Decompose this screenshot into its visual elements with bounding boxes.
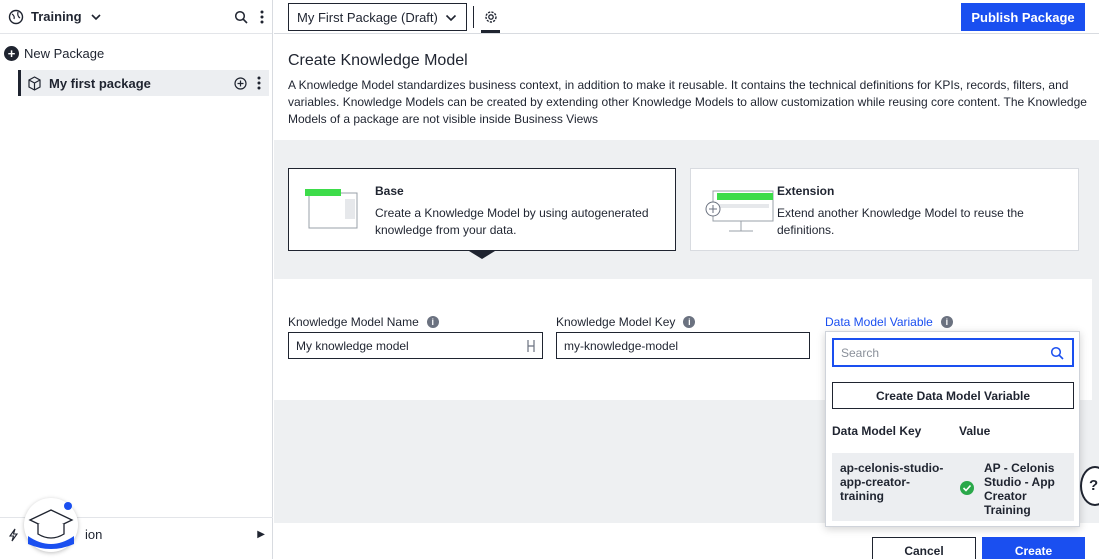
name-input-value: My knowledge model (296, 338, 409, 353)
extension-option-card[interactable]: Extension Extend another Knowledge Model… (690, 168, 1079, 251)
variable-label-text: Data Model Variable (825, 315, 933, 329)
base-illustration-icon (305, 189, 358, 229)
lightning-icon (8, 528, 19, 541)
notification-dot (64, 502, 72, 510)
footer-label: ion (85, 527, 103, 542)
extension-card-description: Extend another Knowledge Model to reuse … (777, 206, 1024, 237)
key-label-text: Knowledge Model Key (556, 315, 676, 329)
toolbar-divider (473, 6, 474, 28)
chevron-down-icon[interactable] (90, 11, 102, 23)
data-model-variable-dropdown: Create Data Model Variable Data Model Ke… (825, 331, 1080, 527)
selected-card-pointer (469, 251, 495, 259)
cancel-button[interactable]: Cancel (872, 537, 976, 559)
variable-option-row[interactable]: ap-celonis-studio-app-creator-training A… (832, 453, 1074, 521)
chevron-down-icon (445, 14, 457, 22)
extension-illustration-icon (705, 190, 774, 232)
workspace-header: Training (0, 0, 272, 34)
base-card-title: Base (375, 184, 404, 198)
gear-icon[interactable] (482, 8, 500, 26)
page-title: Create Knowledge Model (288, 52, 468, 69)
package-select-value: My First Package (Draft) (297, 9, 438, 25)
variable-value: AP - Celonis Studio - App Creator Traini… (984, 461, 1055, 517)
help-icon: ? (1089, 477, 1099, 494)
sidebar: Training + New Package My first package … (0, 0, 273, 559)
workspace-title[interactable]: Training (31, 9, 82, 24)
variable-search-box[interactable] (832, 338, 1074, 367)
active-tab-indicator (481, 30, 500, 33)
variable-search-input[interactable] (841, 345, 1041, 360)
publish-package-button[interactable]: Publish Package (961, 3, 1085, 31)
plus-circle-icon: + (4, 46, 19, 61)
new-package-label: New Package (24, 46, 105, 61)
knowledge-model-key-label: Knowledge Model Key i (556, 315, 696, 329)
search-icon[interactable] (234, 10, 248, 24)
base-option-card[interactable]: Base Create a Knowledge Model by using a… (288, 168, 676, 251)
create-button[interactable]: Create (982, 537, 1085, 559)
knowledge-model-name-input[interactable]: My knowledge model (288, 332, 543, 359)
col-value: Value (959, 424, 991, 438)
package-version-select[interactable]: My First Package (Draft) (288, 3, 467, 31)
more-vertical-icon[interactable] (260, 10, 264, 24)
package-item-label: My first package (49, 75, 151, 91)
info-icon[interactable]: i (940, 316, 953, 328)
package-cube-icon (28, 75, 41, 91)
info-icon[interactable]: i (426, 316, 439, 328)
knowledge-model-key-input[interactable]: my-knowledge-model (556, 332, 810, 359)
check-circle-icon (960, 481, 974, 495)
data-model-variable-label: Data Model Variable i (825, 315, 953, 329)
create-data-model-variable-button[interactable]: Create Data Model Variable (832, 382, 1074, 409)
name-label-text: Knowledge Model Name (288, 315, 419, 329)
base-card-description: Create a Knowledge Model by using autoge… (375, 206, 649, 237)
search-icon (1050, 346, 1064, 360)
page-description: A Knowledge Model standardizes business … (288, 78, 1087, 126)
caret-right-icon: ▶ (257, 529, 265, 540)
key-input-value: my-knowledge-model (564, 338, 679, 353)
knowledge-model-name-label: Knowledge Model Name i (288, 315, 439, 329)
sidebar-item-my-first-package[interactable]: My first package (18, 70, 269, 96)
new-package-button[interactable]: + New Package (4, 46, 104, 61)
extension-card-title: Extension (777, 184, 835, 198)
variable-key: ap-celonis-studio-app-creator-training (840, 461, 944, 503)
top-bar: My First Package (Draft) Publish Package (274, 0, 1099, 34)
more-vertical-icon[interactable] (257, 76, 261, 90)
info-icon[interactable]: i (683, 316, 696, 328)
text-cursor-icon (527, 340, 535, 352)
add-circle-icon[interactable] (234, 76, 247, 90)
col-data-model-key: Data Model Key (832, 424, 922, 438)
globe-icon (8, 9, 24, 24)
